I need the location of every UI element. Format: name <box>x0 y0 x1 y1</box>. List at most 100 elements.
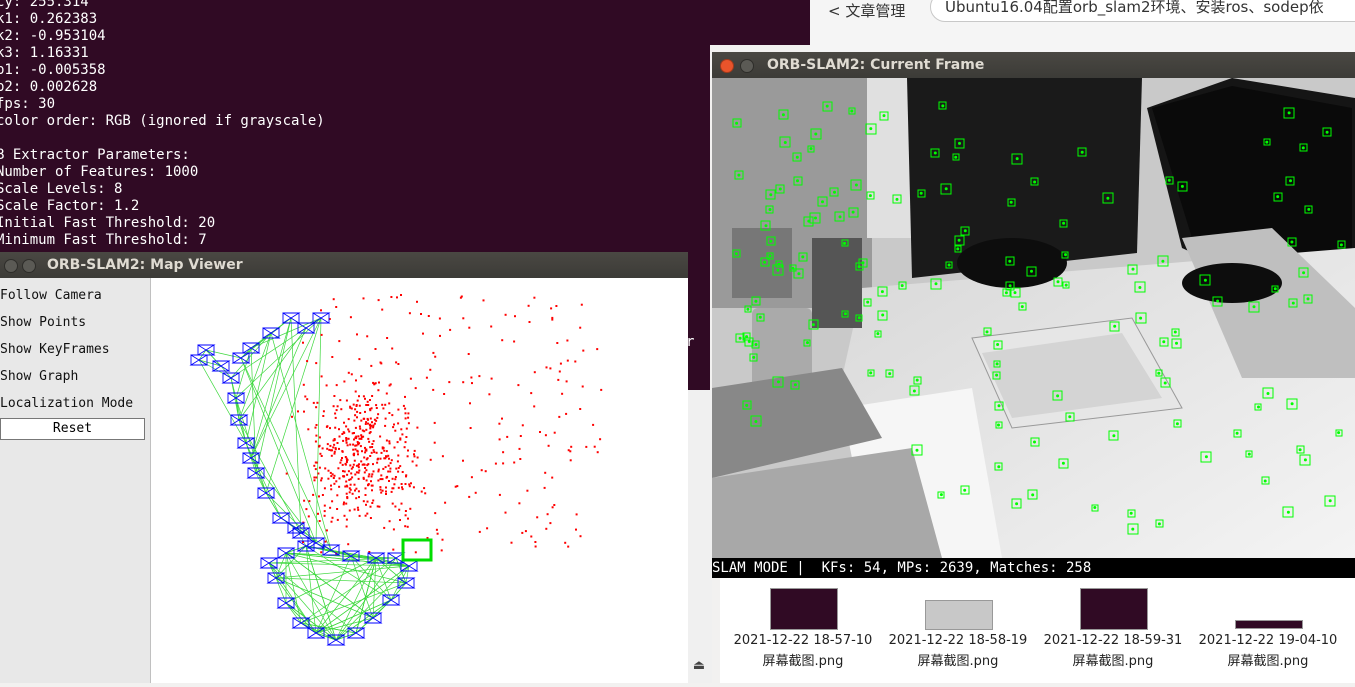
feature-point <box>1009 200 1013 204</box>
map-point <box>366 335 369 338</box>
file-browser-area: 2021-12-22 18-57-10 屏幕截图.png 2021-12-22 … <box>720 578 1355 683</box>
map-point <box>347 543 350 546</box>
minimize-icon[interactable] <box>22 259 36 273</box>
feature-point <box>857 316 861 320</box>
feature-point <box>768 254 772 258</box>
feature-point <box>997 465 1001 469</box>
map-point <box>482 299 485 302</box>
map-point <box>315 406 318 409</box>
map-point <box>393 423 395 426</box>
feature-point <box>809 147 813 151</box>
map-point <box>435 528 438 531</box>
map-point <box>305 508 308 511</box>
menu-localization-mode[interactable]: Localization Mode <box>0 396 133 411</box>
file-name[interactable]: 2021-12-22 18-57-10 <box>733 630 873 651</box>
feature-point <box>825 104 829 108</box>
feature-point <box>944 187 948 191</box>
map-point <box>364 487 367 490</box>
menu-show-points[interactable]: Show Points <box>0 315 86 330</box>
file-type[interactable]: 屏幕截图.png <box>1043 651 1183 672</box>
map-point <box>362 395 365 398</box>
map-point <box>322 415 325 417</box>
file-thumbnail[interactable] <box>1080 588 1148 630</box>
map-point <box>521 424 524 427</box>
map-point <box>389 462 392 465</box>
reset-button[interactable]: Reset <box>0 418 145 440</box>
feature-point <box>1015 157 1019 161</box>
feature-point <box>1138 286 1142 289</box>
map-point <box>313 464 316 467</box>
file-thumbnail[interactable] <box>1235 620 1303 629</box>
file-thumbnail[interactable] <box>925 600 993 630</box>
map-point <box>315 424 318 426</box>
map-point <box>386 337 389 339</box>
map-canvas[interactable] <box>151 278 688 683</box>
menu-show-keyframes[interactable]: Show KeyFrames <box>0 342 110 357</box>
map-point <box>338 340 341 343</box>
keyframe-icon <box>221 372 241 384</box>
map-point <box>297 410 299 413</box>
map-point <box>467 353 470 355</box>
map-point <box>394 476 397 478</box>
map-point <box>345 518 348 521</box>
map-point <box>343 514 346 517</box>
map-point <box>335 480 338 483</box>
map-point <box>454 485 457 488</box>
map-point <box>338 485 341 488</box>
file-name[interactable]: 2021-12-22 18-59-31 <box>1043 630 1183 651</box>
map-point <box>394 478 397 481</box>
file-name[interactable]: 2021-12-22 18-58-19 <box>888 630 1028 651</box>
map-point <box>599 438 602 441</box>
map-point <box>593 445 596 448</box>
menu-show-graph[interactable]: Show Graph <box>0 369 78 384</box>
back-button[interactable]: < 文章管理 <box>828 0 905 20</box>
map-point <box>390 459 393 462</box>
feature-point <box>1129 511 1133 515</box>
frame-scene <box>712 78 1355 558</box>
map-point <box>323 514 326 517</box>
map-point <box>357 477 360 480</box>
feature-point <box>763 260 767 264</box>
map-point <box>363 417 366 420</box>
map-point <box>369 517 372 519</box>
scroll-up-icon[interactable]: ⏏ <box>688 655 710 677</box>
feature-point <box>915 448 919 452</box>
graph-edge <box>235 397 267 494</box>
map-point <box>400 428 403 431</box>
map-point <box>369 399 371 401</box>
feature-point <box>1301 146 1305 150</box>
doc-title-input[interactable]: Ubuntu16.04配置orb_slam2环境、安装ros、sodep依 <box>930 0 1355 22</box>
map-point <box>385 476 388 479</box>
map-point <box>354 473 357 476</box>
map-point <box>410 482 412 485</box>
map-point <box>393 483 396 486</box>
map-point <box>375 419 378 422</box>
feature-point <box>1337 431 1341 435</box>
map-point <box>533 371 536 374</box>
file-type[interactable]: 屏幕截图.png <box>1198 651 1338 672</box>
close-icon[interactable] <box>720 59 734 73</box>
map-point <box>420 313 422 315</box>
map-point <box>322 410 325 413</box>
map-point <box>349 405 352 408</box>
scroll-track[interactable] <box>688 390 712 683</box>
map-point <box>397 466 400 469</box>
file-name[interactable]: 2021-12-22 19-04-10 <box>1198 630 1338 651</box>
minimize-icon[interactable] <box>740 59 754 73</box>
map-point <box>364 451 367 454</box>
file-type[interactable]: 屏幕截图.png <box>733 651 873 672</box>
close-icon[interactable] <box>4 259 18 273</box>
map-point <box>346 497 349 500</box>
map-point <box>353 432 355 434</box>
map-point <box>424 492 427 495</box>
menu-follow-camera[interactable]: Follow Camera <box>0 288 102 303</box>
map-point <box>325 425 328 428</box>
feature-point <box>1180 184 1184 188</box>
map-point <box>558 415 561 418</box>
map-point <box>342 439 345 442</box>
map-point <box>371 446 374 448</box>
file-thumbnail[interactable] <box>770 588 838 630</box>
map-point <box>342 503 345 506</box>
file-type[interactable]: 屏幕截图.png <box>888 651 1028 672</box>
map-point <box>329 427 331 430</box>
